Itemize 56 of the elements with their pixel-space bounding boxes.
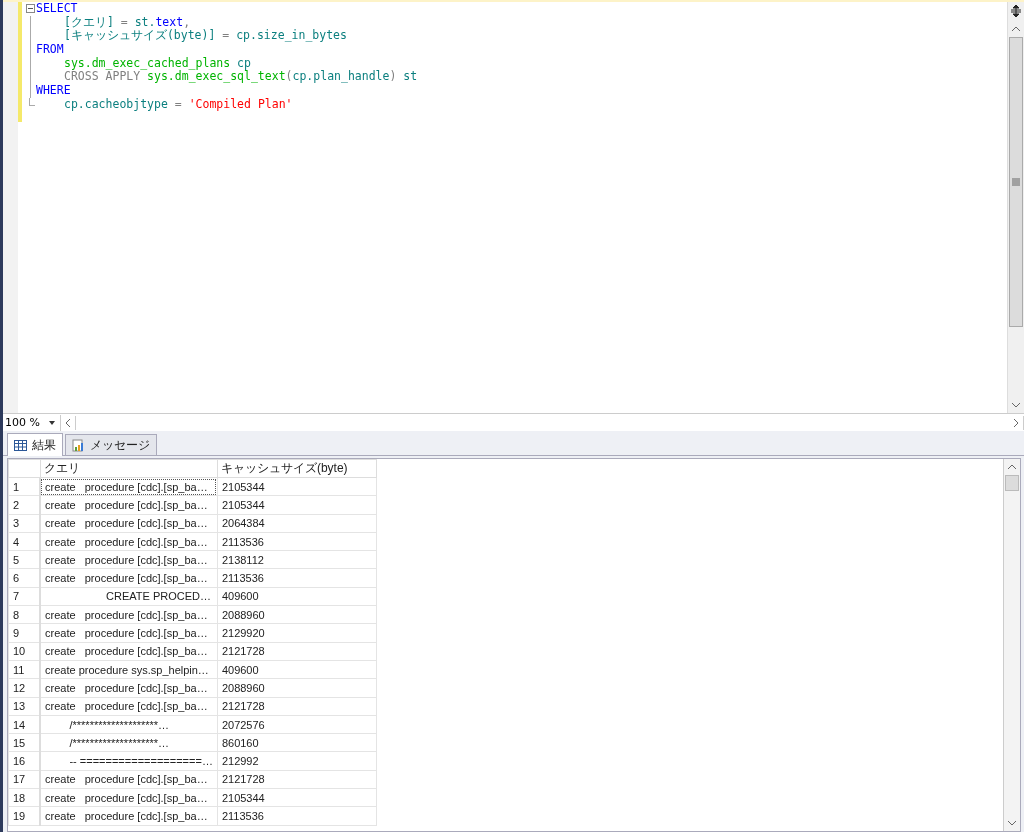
table-cell: create procedure [cdc].[sp_ba… [40,697,218,716]
code-line: FROM [36,43,64,57]
table-cell: create procedure [cdc].[sp_ba… [40,550,218,569]
table-cell: 2072576 [217,715,377,734]
code-line: CROSS APPLY sys.dm_exec_sql_text(cp.plan_handle) st [63,70,418,85]
code-line: SELECT [36,2,78,16]
table-cell: 2113536 [217,532,377,551]
table-cell: /********************… [40,733,218,752]
table-cell: create procedure [cdc].[sp_ba… [40,569,218,588]
result-tab[interactable]: メッセージ [65,434,157,455]
zoom-dropdown[interactable]: 100 % [3,414,61,431]
collapse-icon[interactable] [25,4,35,14]
table-cell: create procedure [cdc].[sp_ba… [40,532,218,551]
table-cell: 409600 [217,660,377,679]
split-icon[interactable] [1010,5,1022,17]
table-cell: create procedure [cdc].[sp_ba… [40,642,218,661]
table-cell: 2121728 [217,697,377,716]
table-cell: /********************… [40,715,218,734]
table-cell: create procedure [cdc].[sp_ba… [40,495,218,515]
table-cell: create procedure [cdc].[sp_ba… [40,770,218,789]
table-cell: 860160 [217,733,377,752]
table-cell: create procedure [cdc].[sp_ba… [40,623,218,643]
caret-icon [48,419,56,426]
table-cell: 2121728 [217,770,377,789]
code-line: cp.cacheobjtype = 'Compiled Plan' [63,97,293,112]
table-cell: 2129920 [217,623,377,643]
code-line: WHERE [36,84,71,98]
table-cell: 212992 [217,751,377,771]
table-cell: 2105344 [217,788,377,807]
grid-icon [14,439,27,451]
table-cell: 2105344 [217,495,377,515]
column-header[interactable]: キャッシュサイズ(byte) [217,459,377,478]
document-chart-icon [72,438,85,452]
table-cell: create procedure [cdc].[sp_ba… [40,605,218,624]
table-cell: 2064384 [217,514,377,533]
table-cell: create procedure [cdc].[sp_ba… [40,477,218,496]
code-line: [キャッシュサイズ(byte)] = cp.size_in_bytes [64,29,347,44]
table-cell: 2138112 [217,550,377,569]
table-cell: 2105344 [217,477,377,496]
table-cell: CREATE PROCED… [40,587,218,606]
code-line: sys.dm_exec_cached_plans cp [63,56,251,71]
table-cell: 2113536 [217,569,377,588]
table-cell: -- ===================… [40,751,218,771]
column-header[interactable]: クエリ [40,459,218,478]
table-cell: create procedure sys.sp_helpin… [40,660,218,679]
table-cell: create procedure [cdc].[sp_ba… [40,788,218,807]
table-cell: 2088960 [217,678,377,698]
table-cell: create procedure [cdc].[sp_ba… [40,514,218,533]
table-cell: 2088960 [217,605,377,624]
table-cell: 2113536 [217,806,377,826]
table-cell: create procedure [cdc].[sp_ba… [40,678,218,698]
result-tab[interactable]: 結果 [7,433,63,456]
code-line: [クエリ] = st.text, [63,15,191,29]
table-cell: 2121728 [217,642,377,661]
table-cell: 409600 [217,587,377,606]
table-cell: create procedure [cdc].[sp_ba… [40,806,218,826]
